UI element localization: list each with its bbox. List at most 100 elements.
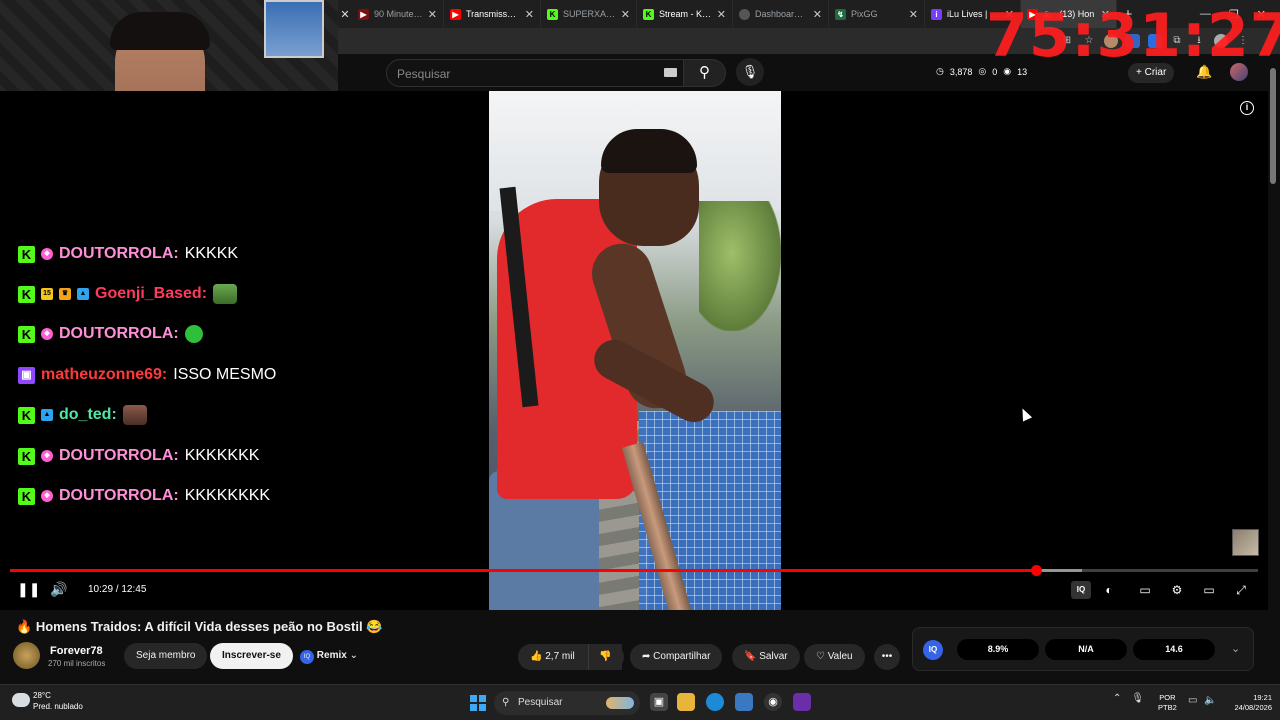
mouse-cursor-icon bbox=[1017, 406, 1033, 422]
tab-title: Transmissão ao v bbox=[466, 9, 520, 19]
sub-badge-icon: ◆ bbox=[41, 450, 53, 462]
chat-username: DOUTORROLA: bbox=[59, 325, 179, 342]
channel-avatar[interactable] bbox=[13, 642, 40, 669]
browser-tab[interactable]: ↯ PixGG ✕ bbox=[829, 0, 925, 28]
kick-icon: K bbox=[547, 8, 558, 20]
windows-taskbar: 28°C Pred. nublado ⚲ Pesquisar ▣ ◉ ⌃ 🎙 P… bbox=[0, 684, 1280, 720]
preview-thumbnail[interactable] bbox=[1232, 529, 1259, 556]
remix-button[interactable]: IQ Remix ⌄ bbox=[294, 643, 364, 669]
windows-start-icon[interactable] bbox=[470, 695, 486, 711]
remix-label: Remix bbox=[316, 650, 347, 661]
more-icon: ••• bbox=[881, 651, 893, 662]
theater-icon: ▭ bbox=[1203, 583, 1215, 597]
video-frame[interactable] bbox=[489, 91, 781, 610]
network-icon[interactable]: ▭ bbox=[1188, 695, 1197, 706]
green-emote-icon bbox=[184, 325, 203, 343]
edge-icon[interactable] bbox=[706, 693, 724, 711]
keyboard-layout: PTB2 bbox=[1158, 703, 1177, 712]
taskbar-search[interactable]: ⚲ Pesquisar bbox=[494, 691, 640, 715]
browser-tab[interactable]: ▶ Transmissão ao v ✕ bbox=[444, 0, 541, 28]
ilu-icon: i bbox=[931, 8, 942, 20]
photos-icon[interactable] bbox=[735, 693, 753, 711]
close-icon[interactable]: ✕ bbox=[428, 8, 437, 21]
sub-badge-icon: ◆ bbox=[41, 490, 53, 502]
stat-value: 3,878 bbox=[949, 66, 973, 77]
thanks-button[interactable]: ♡ Valeu bbox=[804, 644, 865, 670]
more-button[interactable]: ••• bbox=[874, 644, 900, 670]
sub-badge-icon: ◆ bbox=[41, 328, 53, 340]
video-tree bbox=[699, 201, 781, 331]
fullscreen-button[interactable]: ⤢ bbox=[1231, 581, 1251, 599]
close-icon[interactable]: ✕ bbox=[717, 8, 726, 21]
tab-title: Stream - Kick Da bbox=[659, 9, 712, 19]
close-icon[interactable]: ✕ bbox=[621, 8, 630, 21]
keyboard-icon[interactable] bbox=[664, 68, 677, 77]
volume-button[interactable]: 🔊 bbox=[50, 581, 67, 599]
iq-stat: 14.6 bbox=[1133, 639, 1215, 660]
clock[interactable]: 19:21 24/08/2026 bbox=[1222, 693, 1272, 713]
join-button[interactable]: Seja membro bbox=[124, 643, 208, 669]
screen: ✕ ▶ 90 Minutes Of N ✕ ▶ Transmissão ao v… bbox=[0, 0, 1280, 720]
voice-search-button[interactable]: 🎙 bbox=[736, 58, 764, 86]
chevron-down-icon: ⌄ bbox=[349, 650, 358, 661]
thumbs-up-icon: 👍 bbox=[530, 651, 543, 662]
kick-icon: K bbox=[18, 447, 35, 465]
iq-stats-panel: IQ 8.9% N/A 14.6 ⌄ bbox=[912, 627, 1254, 671]
fullscreen-icon: ⤢ bbox=[1236, 583, 1246, 597]
share-icon: ➦ bbox=[642, 651, 651, 662]
search-icon: ⚲ bbox=[502, 697, 510, 708]
captions-icon: ▭ bbox=[1139, 583, 1151, 597]
chat-text: KKKKKKKK bbox=[184, 487, 271, 504]
language-indicator[interactable]: POR PTB2 bbox=[1158, 693, 1177, 713]
app-icon[interactable] bbox=[793, 693, 811, 711]
subtitles-button[interactable]: ▭ bbox=[1135, 581, 1155, 599]
chat-username: Goenji_Based: bbox=[95, 285, 208, 302]
theater-mode-button[interactable]: ▭ bbox=[1199, 581, 1219, 599]
task-view-icon[interactable]: ▣ bbox=[650, 693, 668, 711]
browser-tab[interactable]: K Stream - Kick Da ✕ bbox=[637, 0, 733, 28]
volume-icon[interactable]: 🔈 bbox=[1204, 695, 1216, 706]
browser-tab[interactable]: K SUPERXANDAO ✕ bbox=[541, 0, 637, 28]
temperature: 28°C bbox=[33, 691, 51, 700]
autoplay-toggle[interactable]: ◐ bbox=[1099, 581, 1119, 599]
chat-message: K ◆ DOUTORROLA: KKKKKKK bbox=[18, 443, 259, 469]
chat-text: KKKKKKK bbox=[184, 447, 260, 464]
page-scrollbar-thumb[interactable] bbox=[1270, 68, 1276, 184]
microphone-icon: 🎙 bbox=[741, 64, 759, 79]
chat-message: K ◆ DOUTORROLA: bbox=[18, 321, 203, 347]
super-thanks-icon: ♡ bbox=[816, 651, 825, 662]
search-input[interactable]: Pesquisar bbox=[386, 59, 684, 87]
share-button[interactable]: ➦ Compartilhar bbox=[630, 644, 723, 670]
kick-icon: K bbox=[18, 245, 35, 263]
subscribe-button[interactable]: Inscrever-se bbox=[210, 643, 293, 669]
chevron-down-icon[interactable]: ⌄ bbox=[1231, 642, 1240, 655]
taskbar-search-label: Pesquisar bbox=[518, 697, 563, 708]
chevron-up-icon[interactable]: ⌃ bbox=[1113, 693, 1121, 704]
search-highlight-icon bbox=[606, 697, 634, 709]
search-button[interactable]: ⚲ bbox=[684, 59, 726, 87]
weather-widget[interactable]: 28°C Pred. nublado bbox=[33, 690, 83, 712]
pause-button[interactable]: ❚❚ bbox=[17, 581, 40, 599]
browser-tab[interactable]: ▶ 90 Minutes Of N ✕ bbox=[352, 0, 444, 28]
browser-tab[interactable]: Dashboard - Liv ✕ bbox=[733, 0, 829, 28]
settings-button[interactable]: ⚙ bbox=[1167, 581, 1187, 599]
close-icon[interactable]: ✕ bbox=[813, 8, 822, 21]
clock-time: 19:21 bbox=[1253, 693, 1272, 702]
close-icon[interactable]: ✕ bbox=[909, 8, 918, 21]
info-icon[interactable]: i bbox=[1240, 101, 1254, 115]
dislike-button[interactable]: 👎 bbox=[588, 644, 624, 670]
chat-message: K ▲ do_ted: bbox=[18, 402, 147, 428]
system-tray: ⌃ 🎙 bbox=[1113, 693, 1144, 704]
toggle-icon: ◐ bbox=[1105, 583, 1113, 597]
obs-icon[interactable]: ◉ bbox=[764, 693, 782, 711]
progress-scrubber[interactable] bbox=[1030, 565, 1042, 576]
close-icon[interactable]: ✕ bbox=[338, 8, 352, 21]
close-icon[interactable]: ✕ bbox=[525, 8, 534, 21]
file-explorer-icon[interactable] bbox=[677, 693, 695, 711]
kick-icon: K bbox=[18, 325, 35, 343]
channel-name[interactable]: Forever78 bbox=[50, 645, 103, 657]
iq-icon[interactable]: IQ bbox=[1071, 581, 1091, 599]
save-button[interactable]: 🔖 Salvar bbox=[732, 644, 800, 670]
thanks-label: Valeu bbox=[827, 651, 853, 662]
microphone-icon[interactable]: 🎙 bbox=[1131, 693, 1144, 704]
